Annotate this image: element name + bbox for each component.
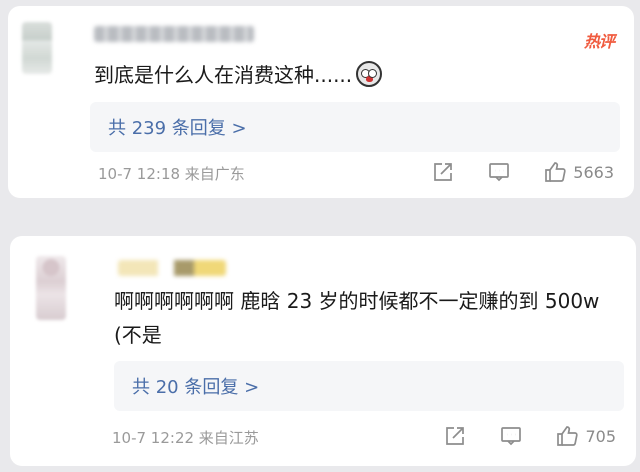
replies-label: 共 239 条回复 > [108,118,247,139]
avatar[interactable] [22,22,52,74]
replies-label: 共 20 条回复 > [132,377,260,398]
like-count: 5663 [573,162,614,182]
view-replies-button[interactable]: 共 20 条回复 > [114,361,624,411]
comment-card: 热评 到底是什么人在消费这种...... 共 239 条回复 > 10-7 12… [8,6,634,198]
like-count: 705 [585,426,616,446]
comment-text-content: 到底是什么人在消费这种...... [94,63,353,87]
username-blurred[interactable] [94,26,254,42]
comment-icon[interactable] [487,160,511,184]
thumbs-up-icon[interactable] [555,424,579,448]
hot-comment-badge: 热评 [583,32,615,51]
comment-meta: 10-7 12:22 来自江苏 [112,429,259,447]
thumbs-up-icon[interactable] [543,160,567,184]
comment-card: 啊啊啊啊啊啊 鹿晗 23 岁的时候都不一定赚的到 500w (不是 共 20 条… [10,236,636,466]
comment-icon[interactable] [499,424,523,448]
view-replies-button[interactable]: 共 239 条回复 > [90,102,620,152]
share-icon[interactable] [443,424,467,448]
comment-text: 到底是什么人在消费这种...... [94,58,614,92]
avatar[interactable] [36,256,66,320]
comment-actions: 705 [443,424,616,448]
comment-actions: 5663 [431,160,614,184]
share-icon[interactable] [431,160,455,184]
comment-text: 啊啊啊啊啊啊 鹿晗 23 岁的时候都不一定赚的到 500w (不是 [114,289,600,347]
username-blurred[interactable] [118,260,226,276]
scared-face-emoji-icon [356,61,383,87]
comment-meta: 10-7 12:18 来自广东 [98,165,245,183]
